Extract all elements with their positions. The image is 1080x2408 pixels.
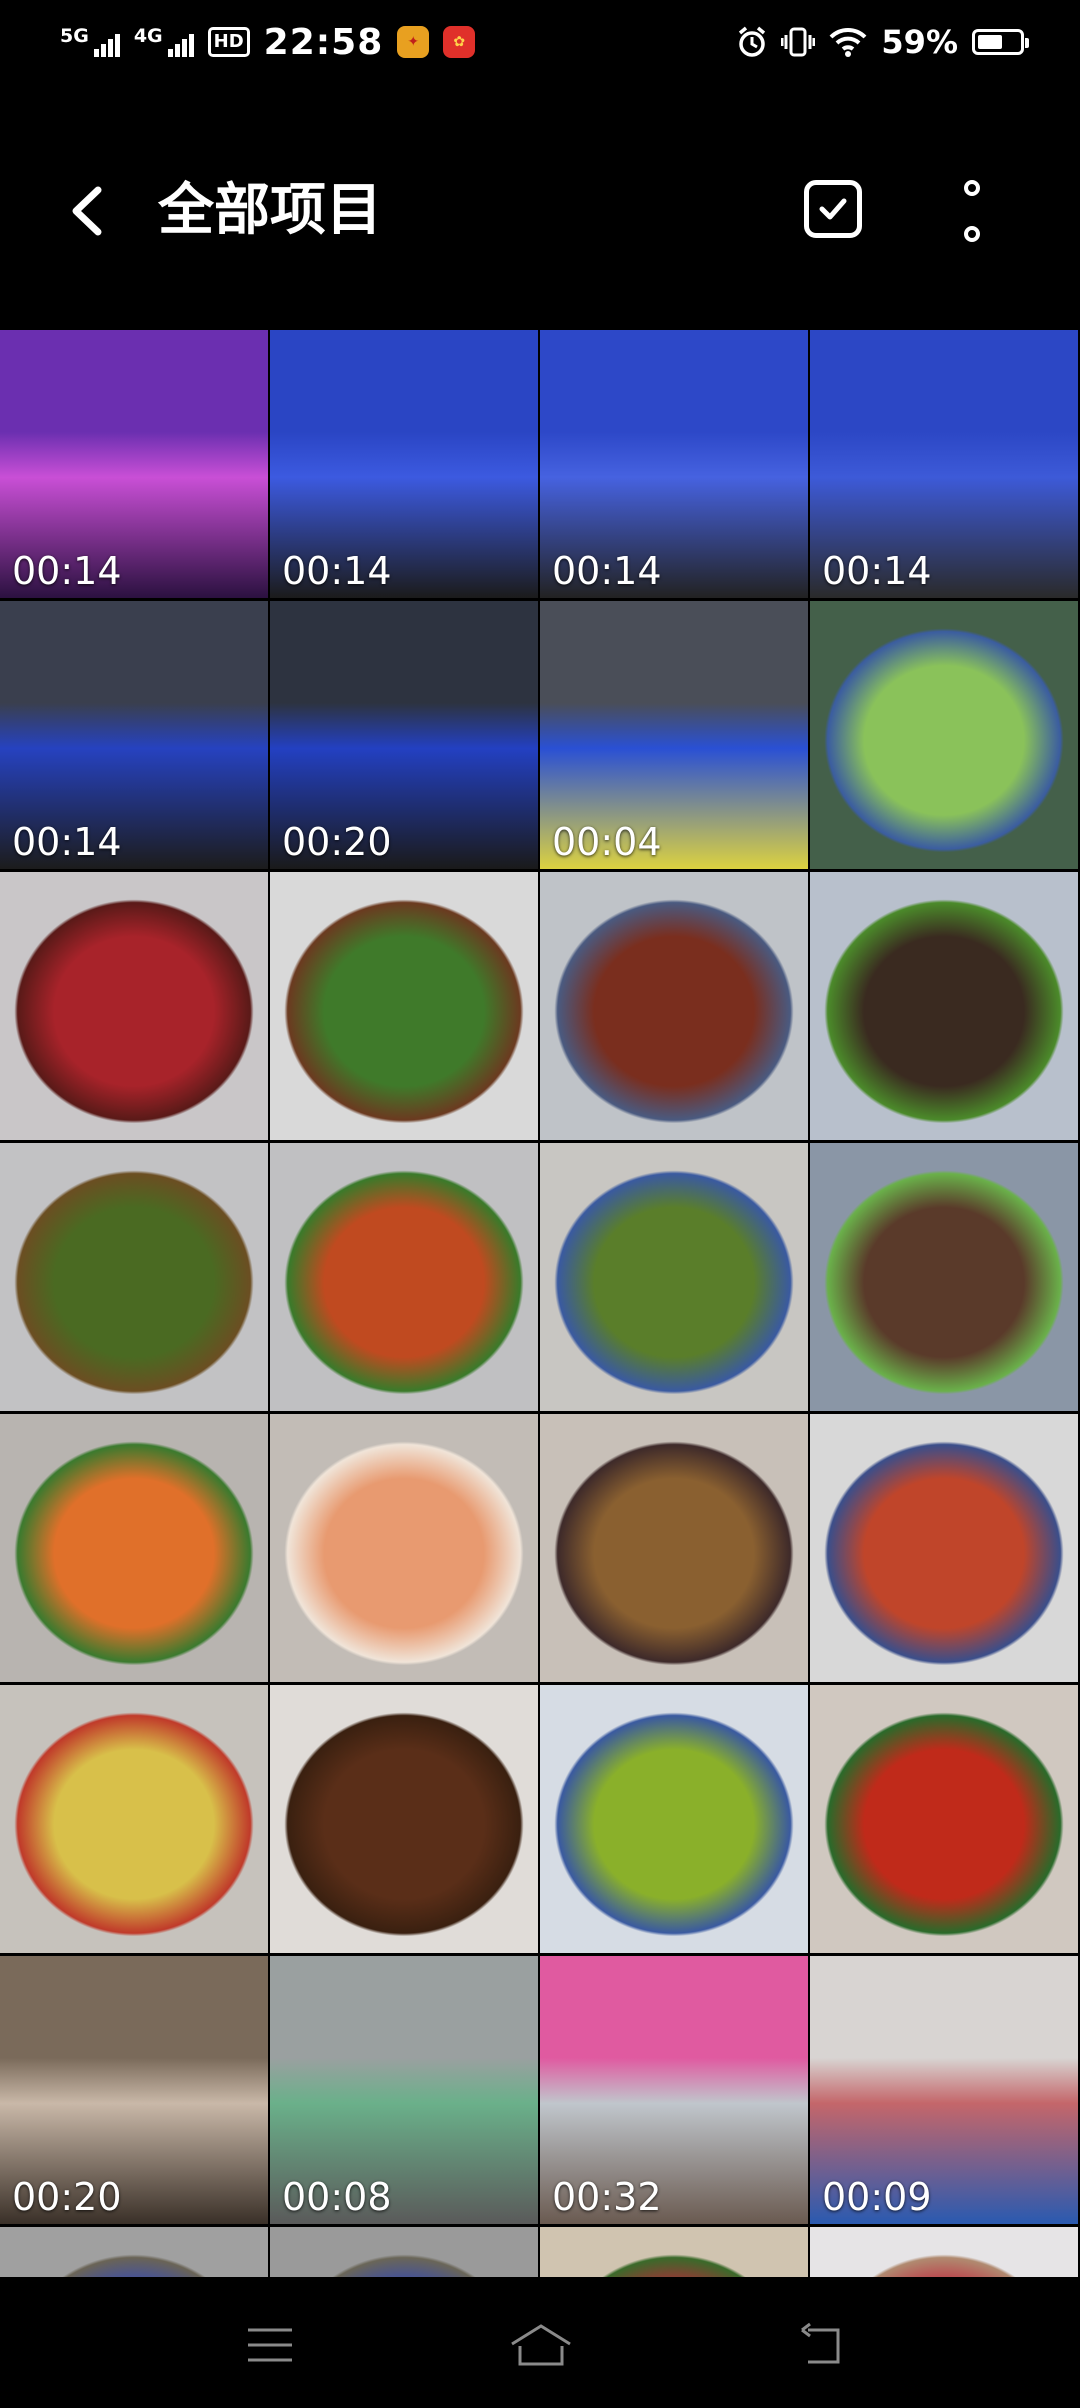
video-thumbnail[interactable]: 00:04: [540, 601, 808, 869]
back-button[interactable]: [60, 176, 120, 246]
status-bar-right: 59%: [737, 23, 1029, 61]
back-arrow-icon: [72, 186, 102, 236]
photo-thumbnail[interactable]: [810, 1414, 1078, 1682]
video-thumbnail[interactable]: 00:14: [0, 330, 268, 598]
home-button[interactable]: [506, 2320, 576, 2370]
photo-thumbnail[interactable]: [0, 1143, 268, 1411]
clock: 22:58: [263, 21, 384, 63]
back-nav-button[interactable]: [790, 2320, 850, 2370]
photo-thumbnail[interactable]: [0, 1414, 268, 1682]
photo-thumbnail[interactable]: [810, 601, 1078, 869]
video-thumbnail[interactable]: 00:20: [270, 601, 538, 869]
video-duration: 00:20: [282, 820, 392, 864]
wifi-icon: [829, 27, 867, 57]
photo-thumbnail[interactable]: [540, 1414, 808, 1682]
recents-button[interactable]: [240, 2320, 300, 2370]
photo-thumbnail[interactable]: [0, 1685, 268, 1953]
video-thumbnail[interactable]: 00:09: [810, 1956, 1078, 2224]
video-thumbnail[interactable]: 00:08: [270, 1956, 538, 2224]
video-duration: 00:14: [12, 549, 122, 593]
page-title: 全部项目: [158, 178, 382, 243]
video-duration: 00:32: [552, 2175, 662, 2219]
photo-thumbnail[interactable]: [540, 1143, 808, 1411]
photo-thumbnail[interactable]: [810, 1143, 1078, 1411]
signal-4g-label: 4G: [133, 25, 163, 47]
back-nav-icon: [801, 2322, 840, 2364]
photo-thumbnail[interactable]: [270, 1414, 538, 1682]
battery-icon: [972, 29, 1029, 55]
photo-thumbnail[interactable]: [540, 1685, 808, 1953]
menu-icon: [248, 2328, 292, 2362]
status-bar-left: 5G 4G HD 22:58 ✦ ✿: [60, 21, 476, 63]
photo-thumbnail[interactable]: [0, 872, 268, 1140]
video-duration: 00:14: [282, 549, 392, 593]
video-duration: 00:09: [822, 2175, 932, 2219]
video-duration: 00:14: [552, 549, 662, 593]
video-duration: 00:14: [822, 549, 932, 593]
photo-thumbnail[interactable]: [270, 872, 538, 1140]
video-duration: 00:08: [282, 2175, 392, 2219]
photo-thumbnail[interactable]: [270, 2227, 538, 2277]
app-notification-icon: ✦: [397, 26, 430, 58]
photo-thumbnail[interactable]: [270, 1143, 538, 1411]
photo-thumbnail[interactable]: [810, 1685, 1078, 1953]
dot-icon: [964, 180, 980, 196]
status-bar: 5G 4G HD 22:58 ✦ ✿ 59%: [0, 0, 1080, 84]
video-duration: 00:20: [12, 2175, 122, 2219]
more-options-button[interactable]: [950, 180, 994, 242]
home-icon: [511, 2324, 571, 2366]
vibrate-icon: [781, 27, 816, 57]
video-thumbnail[interactable]: 00:20: [0, 1956, 268, 2224]
photo-thumbnail[interactable]: [810, 2227, 1078, 2277]
photo-thumbnail[interactable]: [540, 872, 808, 1140]
photo-thumbnail[interactable]: [540, 2227, 808, 2277]
photo-thumbnail[interactable]: [0, 2227, 268, 2277]
media-grid: 00:14 00:14 00:14 00:14 00:14 00:20 00:04 00:20…: [0, 330, 1080, 2277]
alarm-icon: [739, 26, 766, 57]
select-mode-button[interactable]: [804, 180, 862, 238]
video-thumbnail[interactable]: 00:32: [540, 1956, 808, 2224]
hd-voice-icon: HD: [207, 27, 250, 57]
photo-thumbnail[interactable]: [810, 872, 1078, 1140]
video-thumbnail[interactable]: 00:14: [540, 330, 808, 598]
signal-4g-icon: 4G: [134, 27, 194, 57]
battery-fill: [978, 35, 1002, 49]
video-duration: 00:04: [552, 820, 662, 864]
signal-5g-icon: 5G: [60, 27, 120, 57]
video-thumbnail[interactable]: 00:14: [270, 330, 538, 598]
video-thumbnail[interactable]: 00:14: [0, 601, 268, 869]
video-thumbnail[interactable]: 00:14: [810, 330, 1078, 598]
navigation-bar: [0, 2282, 1080, 2408]
battery-percent: 59%: [881, 23, 958, 61]
app-bar: 全部项目: [0, 130, 1080, 290]
app-notification-icon: ✿: [443, 26, 476, 58]
dot-icon: [964, 226, 980, 242]
video-duration: 00:14: [12, 820, 122, 864]
signal-5g-label: 5G: [60, 25, 89, 47]
checkbox-icon: [819, 198, 847, 220]
photo-thumbnail[interactable]: [270, 1685, 538, 1953]
